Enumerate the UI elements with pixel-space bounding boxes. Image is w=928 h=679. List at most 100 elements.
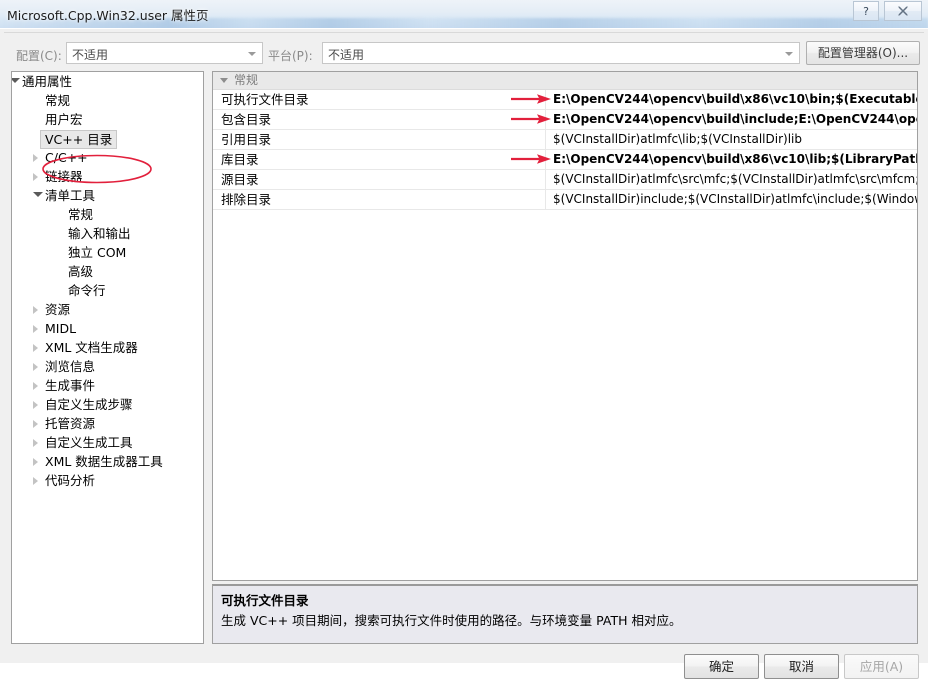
tree-item-label: 托管资源 xyxy=(45,416,96,431)
collapse-triangle-icon[interactable] xyxy=(12,78,20,83)
expand-triangle-icon[interactable] xyxy=(33,439,38,447)
tree-item-15[interactable]: 浏览信息 xyxy=(12,357,203,376)
expand-triangle-icon[interactable] xyxy=(33,401,38,409)
tree-item-11[interactable]: 命令行 xyxy=(12,281,203,300)
tree-item-label: 自定义生成工具 xyxy=(45,435,133,450)
column-divider xyxy=(545,130,546,149)
tree-item-14[interactable]: XML 文档生成器 xyxy=(12,338,203,357)
property-name: 包含目录 xyxy=(221,112,272,127)
tree-item-label: 清单工具 xyxy=(45,188,96,203)
expand-triangle-icon[interactable] xyxy=(33,154,38,162)
tree-item-label: 链接器 xyxy=(45,169,83,184)
tree-item-16[interactable]: 生成事件 xyxy=(12,376,203,395)
expand-triangle-icon[interactable] xyxy=(33,344,38,352)
tree-item-6[interactable]: 清单工具 xyxy=(12,186,203,205)
tree-item-18[interactable]: 托管资源 xyxy=(12,414,203,433)
expand-triangle-icon[interactable] xyxy=(33,420,38,428)
ok-button[interactable]: 确定 xyxy=(684,654,759,679)
category-label: 常规 xyxy=(234,73,259,87)
cancel-button[interactable]: 取消 xyxy=(764,654,839,679)
tree-item-label: 通用属性 xyxy=(22,74,73,89)
property-name: 引用目录 xyxy=(221,132,272,147)
tree-item-4[interactable]: C/C++ xyxy=(12,148,203,167)
tree-item-10[interactable]: 高级 xyxy=(12,262,203,281)
property-value[interactable]: E:\OpenCV244\opencv\build\x86\vc10\bin;$… xyxy=(553,90,917,109)
expand-triangle-icon[interactable] xyxy=(33,477,38,485)
property-row[interactable]: 引用目录 $(VCInstallDir)atlmfc\lib;$(VCInstal… xyxy=(213,130,917,150)
tree-item-8[interactable]: 输入和输出 xyxy=(12,224,203,243)
description-text: 生成 VC++ 项目期间，搜索可执行文件时使用的路径。与环境变量 PATH 相对… xyxy=(221,613,682,628)
property-row[interactable]: 可执行文件目录 E:\OpenCV244\opencv\build\x86\vc1… xyxy=(213,90,917,110)
close-icon xyxy=(898,6,908,16)
property-value[interactable]: E:\OpenCV244\opencv\build\x86\vc10\lib;$… xyxy=(553,150,917,169)
column-divider xyxy=(545,190,546,209)
expand-triangle-icon xyxy=(220,78,228,83)
configuration-dropdown[interactable]: 不适用 xyxy=(66,42,263,64)
configuration-manager-button[interactable]: 配置管理器(O)... xyxy=(806,41,920,65)
property-value[interactable]: E:\OpenCV244\opencv\build\include;E:\Ope… xyxy=(553,110,917,129)
platform-dropdown[interactable]: 不适用 xyxy=(322,42,800,64)
tree-item-label: VC++ 目录 xyxy=(40,130,118,149)
tree-item-20[interactable]: XML 数据生成器工具 xyxy=(12,452,203,471)
property-name: 库目录 xyxy=(221,152,259,167)
question-mark-icon: ? xyxy=(863,5,869,18)
property-name: 可执行文件目录 xyxy=(221,92,309,107)
column-divider xyxy=(545,110,546,129)
expand-triangle-icon[interactable] xyxy=(33,363,38,371)
tree-item-5[interactable]: 链接器 xyxy=(12,167,203,186)
tree-item-label: 常规 xyxy=(45,93,71,108)
tree-item-7[interactable]: 常规 xyxy=(12,205,203,224)
tree-item-13[interactable]: MIDL xyxy=(12,319,203,338)
property-pages-dialog: 配置(C): 不适用 平台(P): 不适用 配置管理器(O)... 通用属性 常规… xyxy=(0,28,928,679)
tree-item-2[interactable]: 用户宏 xyxy=(12,110,203,129)
column-divider xyxy=(545,150,546,169)
tree-item-label: 代码分析 xyxy=(45,473,96,488)
property-value[interactable]: $(VCInstallDir)atlmfc\lib;$(VCInstallDir… xyxy=(553,130,917,149)
tree-item-19[interactable]: 自定义生成工具 xyxy=(12,433,203,452)
tree-item-label: 高级 xyxy=(68,264,94,279)
property-tree-panel[interactable]: 通用属性 常规 用户宏 VC++ 目录 C/C++ 链接器 清单工具 常规 输入和输出 独立 CO… xyxy=(11,71,204,644)
description-title: 可执行文件目录 xyxy=(221,593,309,608)
expand-triangle-icon[interactable] xyxy=(33,458,38,466)
tree-item-label: MIDL xyxy=(45,321,77,336)
property-row[interactable]: 库目录 E:\OpenCV244\opencv\build\x86\vc10\li… xyxy=(213,150,917,170)
tree-item-label: 命令行 xyxy=(68,283,106,298)
property-category-header[interactable]: 常规 xyxy=(213,72,917,90)
tree-item-label: C/C++ xyxy=(45,150,88,165)
tree-item-label: XML 数据生成器工具 xyxy=(45,454,163,469)
tree-item-1[interactable]: 常规 xyxy=(12,91,203,110)
expand-triangle-icon[interactable] xyxy=(33,325,38,333)
configuration-value: 不适用 xyxy=(72,48,109,62)
property-grid-panel[interactable]: 常规 可执行文件目录 E:\OpenCV244\opencv\build\x86\… xyxy=(212,71,918,581)
property-row[interactable]: 排除目录 $(VCInstallDir)include;$(VCInstallDi… xyxy=(213,190,917,210)
platform-label: 平台(P): xyxy=(268,49,313,63)
property-row[interactable]: 包含目录 E:\OpenCV244\opencv\build\include;E:… xyxy=(213,110,917,130)
platform-value: 不适用 xyxy=(328,48,365,62)
tree-item-label: XML 文档生成器 xyxy=(45,340,138,355)
property-tree-list: 通用属性 常规 用户宏 VC++ 目录 C/C++ 链接器 清单工具 常规 输入和输出 独立 CO… xyxy=(12,72,203,490)
expand-triangle-icon[interactable] xyxy=(33,173,38,181)
tree-item-label: 用户宏 xyxy=(45,112,83,127)
tree-item-label: 生成事件 xyxy=(45,378,96,393)
svg-text:?: ? xyxy=(863,5,869,18)
property-value[interactable]: $(VCInstallDir)atlmfc\src\mfc;$(VCInstal… xyxy=(553,170,917,189)
close-button[interactable] xyxy=(884,1,922,21)
collapse-triangle-icon[interactable] xyxy=(33,192,43,197)
tree-item-label: 输入和输出 xyxy=(68,226,131,241)
configuration-label: 配置(C): xyxy=(16,49,62,63)
property-grid-rows: 可执行文件目录 E:\OpenCV244\opencv\build\x86\vc1… xyxy=(213,90,917,210)
configuration-toolbar: 配置(C): 不适用 平台(P): 不适用 配置管理器(O)... xyxy=(4,32,924,69)
tree-item-12[interactable]: 资源 xyxy=(12,300,203,319)
property-value[interactable]: $(VCInstallDir)include;$(VCInstallDir)at… xyxy=(553,190,917,209)
tree-item-label: 浏览信息 xyxy=(45,359,96,374)
property-row[interactable]: 源目录 $(VCInstallDir)atlmfc\src\mfc;$(VCIns… xyxy=(213,170,917,190)
tree-item-3[interactable]: VC++ 目录 xyxy=(12,129,203,149)
tree-item-label: 资源 xyxy=(45,302,71,317)
tree-item-17[interactable]: 自定义生成步骤 xyxy=(12,395,203,414)
tree-item-21[interactable]: 代码分析 xyxy=(12,471,203,490)
tree-item-9[interactable]: 独立 COM xyxy=(12,243,203,262)
tree-item-0[interactable]: 通用属性 xyxy=(12,72,203,91)
expand-triangle-icon[interactable] xyxy=(33,306,38,314)
expand-triangle-icon[interactable] xyxy=(33,382,38,390)
help-button[interactable]: ? xyxy=(853,1,879,21)
